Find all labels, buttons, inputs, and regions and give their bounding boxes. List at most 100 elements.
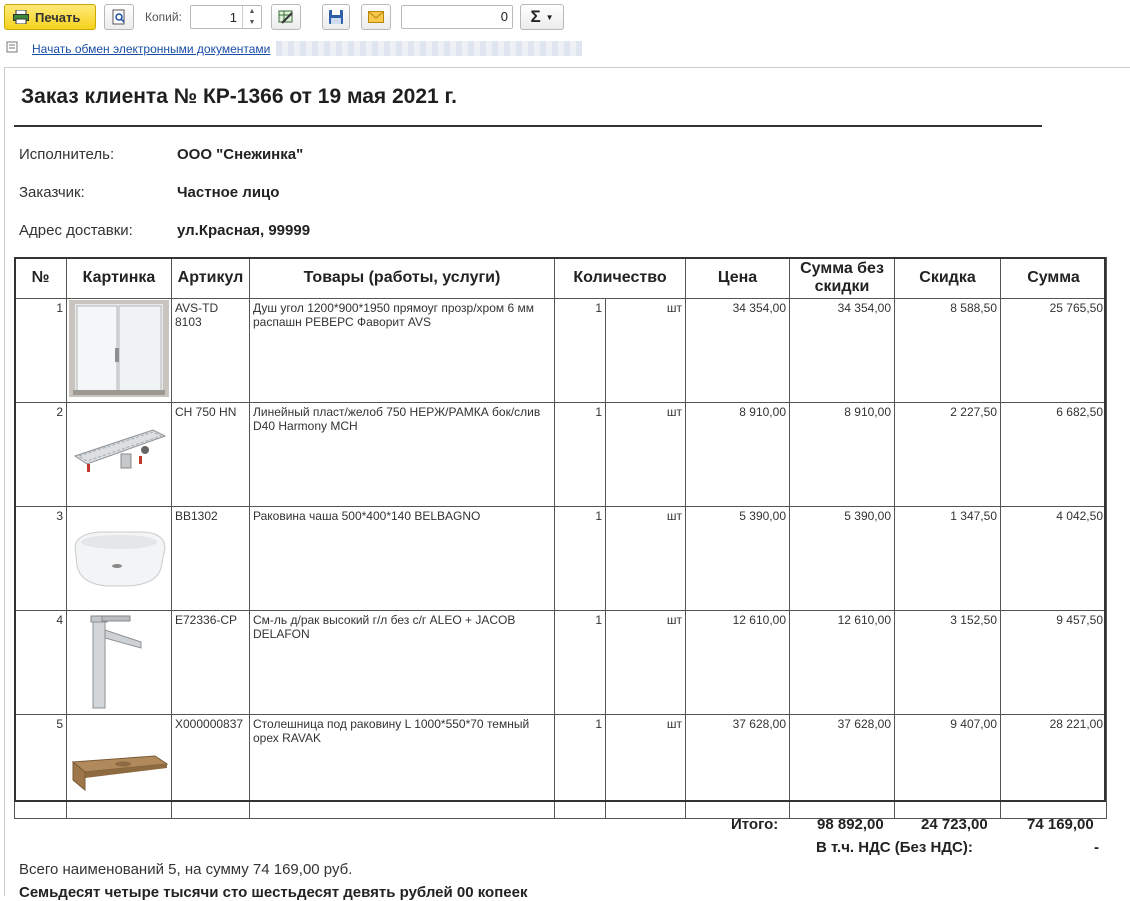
product-image-cell <box>66 506 172 611</box>
wooden-countertop-icon <box>69 716 169 813</box>
sum: 28 221,00 <box>1000 714 1107 819</box>
send-email-button[interactable] <box>361 4 391 30</box>
summary-line: Всего наименований 5, на сумму 74 169,00… <box>19 861 353 878</box>
quantity: 1 <box>554 298 606 403</box>
quantity: 1 <box>554 610 606 715</box>
price: 37 628,00 <box>685 714 790 819</box>
sku: BB1302 <box>171 506 250 611</box>
sku: X000000837 <box>171 714 250 819</box>
quantity: 1 <box>554 506 606 611</box>
discount: 8 588,50 <box>894 298 1001 403</box>
sum: 9 457,50 <box>1000 610 1107 715</box>
sum: 4 042,50 <box>1000 506 1107 611</box>
product-name: Душ угол 1200*900*1950 прямоуг прозр/хро… <box>249 298 555 403</box>
document-area: Заказ клиента № КР-1366 от 19 мая 2021 г… <box>4 67 1130 901</box>
total-sum-no-discount: 98 892,00 <box>817 816 884 833</box>
envelope-icon <box>368 11 384 23</box>
copies-value: 1 <box>229 10 237 25</box>
spinner-arrows[interactable]: ▲ ▼ <box>242 6 261 28</box>
quantity: 1 <box>554 714 606 819</box>
col-header-quantity: Количество <box>554 257 686 299</box>
customer-value: Частное лицо <box>177 184 280 201</box>
unit: шт <box>605 298 686 403</box>
product-name: Раковина чаша 500*400*140 BELBAGNO <box>249 506 555 611</box>
print-button[interactable]: Печать <box>4 4 96 30</box>
customer-label: Заказчик: <box>19 184 85 201</box>
sum: 25 765,50 <box>1000 298 1107 403</box>
table-row: 3 BB1302 Раковина чаша 500*400*140 BELBA… <box>14 506 1107 611</box>
table-row: 2 CH 750 HN Линейный пласт/желоб 750 НЕР… <box>14 402 1107 507</box>
print-label: Печать <box>35 9 81 25</box>
price: 34 354,00 <box>685 298 790 403</box>
discount: 1 347,50 <box>894 506 1001 611</box>
vat-value: - <box>1094 839 1099 856</box>
blurred-area <box>276 41 582 56</box>
product-image-cell <box>66 298 172 403</box>
total-sum: 74 169,00 <box>1027 816 1094 833</box>
col-header-sku: Артикул <box>171 257 250 299</box>
spin-down-icon[interactable]: ▼ <box>243 17 261 28</box>
row-number: 5 <box>14 714 67 819</box>
copies-spinner[interactable]: 1 ▲ ▼ <box>190 5 262 29</box>
page-title: Заказ клиента № КР-1366 от 19 мая 2021 г… <box>21 85 458 108</box>
sku: AVS-TD 8103 <box>171 298 250 403</box>
discount: 2 227,50 <box>894 402 1001 507</box>
executor-label: Исполнитель: <box>19 146 115 163</box>
copies-label: Копий: <box>145 10 182 24</box>
tall-faucet-icon <box>69 612 169 709</box>
row-number: 2 <box>14 402 67 507</box>
linear-drain-icon <box>69 404 169 501</box>
delivery-address-value: ул.Красная, 99999 <box>177 222 311 239</box>
document-exchange-icon <box>6 41 18 53</box>
sigma-icon: Σ <box>530 7 541 26</box>
unit: шт <box>605 506 686 611</box>
save-button[interactable] <box>322 4 350 30</box>
table-row: 5 X000000837 Столешница под раковину L 1… <box>14 714 1107 819</box>
sum: 6 682,50 <box>1000 402 1107 507</box>
sum-no-discount: 34 354,00 <box>789 298 895 403</box>
discount: 3 152,50 <box>894 610 1001 715</box>
quantity: 1 <box>554 402 606 507</box>
edo-link[interactable]: Начать обмен электронными документами <box>32 42 270 56</box>
floppy-disk-icon <box>329 10 343 24</box>
product-image-cell <box>66 714 172 819</box>
row-number: 4 <box>14 610 67 715</box>
sum-mode-dropdown[interactable]: Σ ▼ <box>520 4 564 30</box>
price: 8 910,00 <box>685 402 790 507</box>
col-header-sum: Сумма <box>1000 257 1107 299</box>
row-number: 1 <box>14 298 67 403</box>
edit-mode-button[interactable] <box>271 4 301 30</box>
row-number: 3 <box>14 506 67 611</box>
discount: 9 407,00 <box>894 714 1001 819</box>
delivery-address-label: Адрес доставки: <box>19 222 133 239</box>
col-header-goods: Товары (работы, услуги) <box>249 257 555 299</box>
sum-no-discount: 37 628,00 <box>789 714 895 819</box>
sum-no-discount: 12 610,00 <box>789 610 895 715</box>
printer-icon <box>13 10 29 24</box>
vat-label: В т.ч. НДС (Без НДС): <box>816 839 973 856</box>
sum-no-discount: 5 390,00 <box>789 506 895 611</box>
sum-field[interactable]: 0 <box>401 5 513 29</box>
product-image-cell <box>66 610 172 715</box>
vessel-sink-icon <box>69 508 169 605</box>
col-header-price: Цена <box>685 257 790 299</box>
col-header-number: № <box>14 257 67 299</box>
preview-button[interactable] <box>104 4 134 30</box>
unit: шт <box>605 714 686 819</box>
toolbar: Печать Копий: 1 ▲ ▼ 0 Σ ▼ <box>0 0 1130 36</box>
price: 5 390,00 <box>685 506 790 611</box>
unit: шт <box>605 402 686 507</box>
col-header-sum-no-discount: Сумма без скидки <box>789 257 895 299</box>
totals-label: Итого: <box>731 816 779 833</box>
product-name: Линейный пласт/желоб 750 НЕРЖ/РАМКА бок/… <box>249 402 555 507</box>
table-row: 1 AVS-TD 8103 Душ угол 1200*900*1950 пря… <box>14 298 1107 403</box>
chevron-down-icon: ▼ <box>545 12 554 22</box>
title-divider <box>14 125 1042 127</box>
table-header-row: № Картинка Артикул Товары (работы, услуг… <box>14 257 1107 299</box>
unit: шт <box>605 610 686 715</box>
product-name: См-ль д/рак высокий г/л без с/г ALEO + J… <box>249 610 555 715</box>
product-name: Столешница под раковину L 1000*550*70 те… <box>249 714 555 819</box>
col-header-image: Картинка <box>66 257 172 299</box>
spin-up-icon[interactable]: ▲ <box>243 6 261 17</box>
price: 12 610,00 <box>685 610 790 715</box>
